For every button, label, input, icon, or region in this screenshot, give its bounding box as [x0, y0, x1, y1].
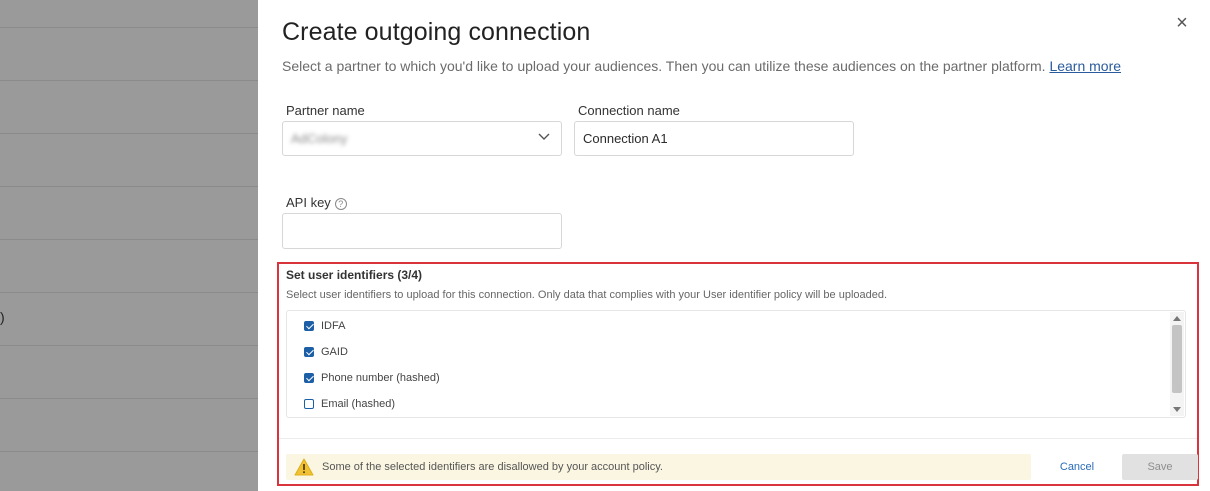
- partner-name-value: AdColony: [291, 131, 348, 146]
- connection-name-value: Connection A1: [583, 131, 668, 146]
- close-icon[interactable]: ×: [1172, 12, 1192, 34]
- background-row-divider: [0, 451, 258, 452]
- checkbox-checked-icon[interactable]: [304, 347, 314, 357]
- api-key-label-text: API key: [286, 195, 331, 210]
- policy-warning-banner: Some of the selected identifiers are dis…: [286, 454, 1031, 480]
- chevron-down-icon: [538, 133, 550, 140]
- background-row-divider: [0, 398, 258, 399]
- warning-icon: [294, 458, 314, 476]
- list-scrollbar[interactable]: [1170, 312, 1184, 416]
- subtitle-text: Select a partner to which you'd like to …: [282, 58, 1046, 74]
- background-row-divider: [0, 345, 258, 346]
- create-connection-drawer: × Create outgoing connection Select a pa…: [258, 0, 1210, 491]
- identifier-item-phone[interactable]: Phone number (hashed): [304, 369, 440, 387]
- background-row-divider: [0, 80, 258, 81]
- learn-more-link[interactable]: Learn more: [1049, 58, 1121, 74]
- partner-name-label: Partner name: [286, 103, 365, 118]
- warning-text: Some of the selected identifiers are dis…: [322, 461, 663, 473]
- checkbox-checked-icon[interactable]: [304, 373, 314, 383]
- cancel-button[interactable]: Cancel: [1044, 454, 1110, 480]
- scroll-thumb[interactable]: [1172, 325, 1182, 393]
- api-key-label: API key?: [286, 195, 347, 210]
- identifier-label: Phone number (hashed): [321, 372, 440, 384]
- identifiers-list: IDFA GAID Phone number (hashed) Email (h…: [286, 310, 1186, 418]
- checkbox-checked-icon[interactable]: [304, 321, 314, 331]
- help-icon[interactable]: ?: [334, 198, 347, 210]
- background-row-divider: [0, 239, 258, 240]
- checkbox-unchecked-icon[interactable]: [304, 399, 314, 409]
- background-row-divider: [0, 27, 258, 28]
- connection-name-label: Connection name: [578, 103, 680, 118]
- scroll-down-icon[interactable]: [1173, 407, 1181, 412]
- identifier-item-gaid[interactable]: GAID: [304, 343, 348, 361]
- api-key-input[interactable]: [282, 213, 562, 249]
- connection-name-input[interactable]: Connection A1: [574, 121, 854, 156]
- user-identifiers-panel: Set user identifiers (3/4) Select user i…: [277, 262, 1199, 486]
- footer-divider: [279, 438, 1197, 439]
- background-page: ): [0, 0, 258, 491]
- save-button[interactable]: Save: [1122, 454, 1198, 480]
- scroll-up-icon[interactable]: [1173, 316, 1181, 321]
- identifier-label: IDFA: [321, 320, 346, 332]
- background-row-divider: [0, 292, 258, 293]
- identifier-item-idfa[interactable]: IDFA: [304, 317, 345, 335]
- background-row-divider: [0, 186, 258, 187]
- page-title: Create outgoing connection: [282, 18, 591, 46]
- identifiers-description: Select user identifiers to upload for th…: [286, 289, 888, 301]
- identifier-label: Email (hashed): [321, 398, 395, 410]
- background-row-divider: [0, 133, 258, 134]
- page-subtitle: Select a partner to which you'd like to …: [282, 58, 1121, 74]
- background-glyph: ): [0, 309, 5, 325]
- identifiers-title: Set user identifiers (3/4): [286, 268, 423, 282]
- identifier-label: GAID: [321, 346, 348, 358]
- identifier-item-email[interactable]: Email (hashed): [304, 395, 395, 413]
- partner-name-select[interactable]: AdColony: [282, 121, 562, 156]
